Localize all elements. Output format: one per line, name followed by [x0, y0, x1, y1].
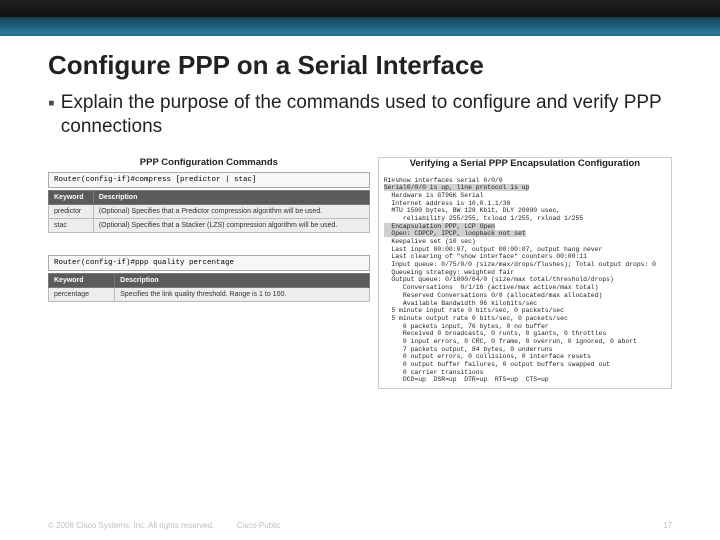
figure-title-left: PPP Configuration Commands — [48, 157, 370, 172]
figure-ppp-commands: PPP Configuration Commands Router(config… — [48, 157, 370, 390]
bullet-item: ▪ Explain the purpose of the commands us… — [48, 91, 672, 139]
table-row: percentage Specifies the link quality th… — [49, 287, 370, 301]
th-description: Description — [93, 190, 369, 204]
command-compress: Router(config-if)#compress [predictor | … — [48, 172, 370, 188]
footer: © 2006 Cisco Systems, Inc. All rights re… — [0, 521, 720, 530]
cli-output: R1#show interfaces serial 0/0/0 Serial0/… — [379, 173, 671, 389]
slide: Configure PPP on a Serial Interface ▪ Ex… — [0, 0, 720, 540]
table-compress: Keyword Description predictor (Optional)… — [48, 190, 370, 233]
cell-desc: (Optional) Specifies that a Predictor co… — [93, 204, 369, 218]
th-keyword: Keyword — [49, 190, 94, 204]
cell-keyword: stac — [49, 218, 94, 232]
cell-desc: Specifies the link quality threshold. Ra… — [115, 287, 370, 301]
slide-title: Configure PPP on a Serial Interface — [48, 50, 672, 81]
figure-verify-ppp: Verifying a Serial PPP Encapsulation Con… — [378, 157, 672, 390]
footer-copyright: © 2006 Cisco Systems, Inc. All rights re… — [48, 521, 214, 530]
cell-keyword: percentage — [49, 287, 115, 301]
figure-title-right: Verifying a Serial PPP Encapsulation Con… — [379, 158, 671, 173]
content-area: Configure PPP on a Serial Interface ▪ Ex… — [0, 36, 720, 389]
cell-desc: (Optional) Specifies that a Stacker (LZS… — [93, 218, 369, 232]
bullet-icon: ▪ — [48, 92, 55, 116]
table-quality: Keyword Description percentage Specifies… — [48, 273, 370, 302]
footer-public: Cisco Public — [237, 521, 281, 530]
th-description: Description — [115, 273, 370, 287]
page-number: 17 — [663, 521, 672, 530]
th-keyword: Keyword — [49, 273, 115, 287]
command-ppp-quality: Router(config-if)#ppp quality percentage — [48, 255, 370, 271]
bullet-text: Explain the purpose of the commands used… — [61, 91, 672, 139]
title-bar — [0, 0, 720, 36]
table-row: predictor (Optional) Specifies that a Pr… — [49, 204, 370, 218]
table-row: stac (Optional) Specifies that a Stacker… — [49, 218, 370, 232]
figures-row: PPP Configuration Commands Router(config… — [48, 157, 672, 390]
cell-keyword: predictor — [49, 204, 94, 218]
